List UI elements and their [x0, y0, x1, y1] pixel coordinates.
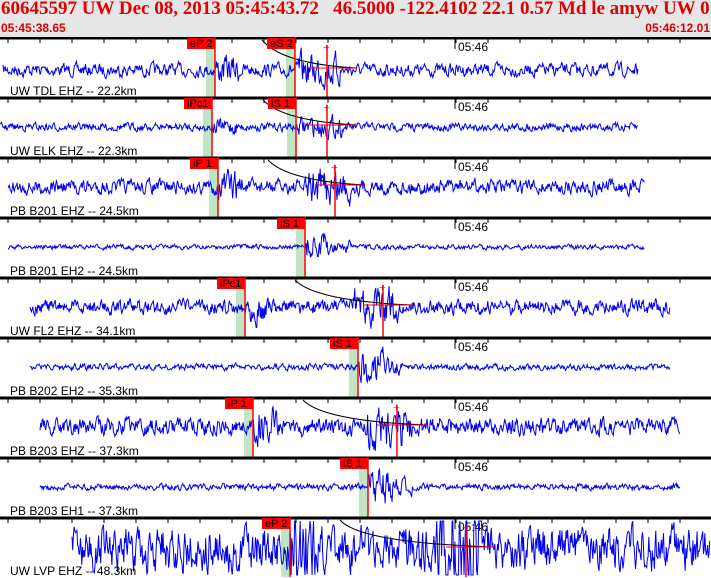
- channel-0[interactable]: 05:46 + eP 2 eS 2 UW TDL EHZ -- 22.2km: [0, 37, 711, 98]
- station-label: PB B201 EH2 -- 24.5km: [10, 264, 138, 278]
- seismogram-panel[interactable]: 05:46 + eP 2 eS 2 UW TDL EHZ -- 22.2km 05:46 +…: [0, 37, 711, 578]
- time-mark-label: 05:46: [458, 100, 488, 114]
- time-mark-label: 05:46: [458, 160, 488, 174]
- station-label: PB B203 EHZ -- 37.3km: [10, 444, 139, 458]
- station-label: PB B201 EHZ -- 24.5km: [10, 204, 139, 218]
- pick-label: eP 2: [265, 518, 287, 530]
- waveform-trace[interactable]: [7, 232, 645, 258]
- end-time: 05:46:12.01: [645, 21, 710, 35]
- pick-label: iS 1: [271, 98, 290, 110]
- time-mark-label: 05:46: [458, 400, 488, 414]
- station-label: UW TDL EHZ -- 22.2km: [10, 84, 137, 98]
- coda-plus-icon: +: [323, 40, 330, 54]
- coda-plus-icon: +: [323, 100, 330, 114]
- time-mark-label: 05:46: [458, 40, 488, 54]
- event-title: 60645597 UW Dec 08, 2013 05:45:43.72 46.…: [1, 0, 711, 19]
- event-header: 60645597 UW Dec 08, 2013 05:45:43.72 46.…: [0, 0, 711, 37]
- channel-8[interactable]: 05:46+eP 2UW LVP EHZ -- 48.3km: [0, 516, 711, 578]
- time-mark-label: 05:46: [458, 220, 488, 234]
- pick-label: iS 1: [343, 458, 362, 470]
- channel-7[interactable]: 05:46 iS 1 PB B203 EH1 -- 37.3km: [0, 456, 711, 518]
- waveform-trace[interactable]: [29, 286, 671, 329]
- pick-label: iS 1: [280, 218, 299, 230]
- station-label: PB B202 EH2 -- 35.3km: [10, 384, 138, 398]
- pick-label: iS 1: [333, 338, 352, 350]
- channel-4[interactable]: 05:46 + iPc1 UW FL2 EHZ -- 34.1km: [0, 276, 711, 338]
- channel-3[interactable]: 05:46 iS 1 PB B201 EH2 -- 24.5km: [0, 216, 711, 278]
- pick-label: iPc1: [187, 98, 208, 110]
- pick-label: eS 2: [270, 38, 293, 50]
- time-mark-label: 05:46: [458, 340, 488, 354]
- pick-label: iPc1: [220, 278, 241, 290]
- travel-time-curve: [267, 159, 366, 186]
- channel-2[interactable]: 05:46 + iP 1 PB B201 EHZ -- 24.5km: [0, 156, 711, 218]
- coda-plus-icon: +: [331, 160, 338, 174]
- channel-5[interactable]: 05:46 iS 1 PB B202 EH2 -- 35.3km: [0, 336, 711, 398]
- waveform-trace[interactable]: [0, 113, 639, 141]
- coda-plus-icon: +: [379, 280, 386, 294]
- pick-label: eP 2: [190, 38, 212, 50]
- station-label: UW FL2 EHZ -- 34.1km: [10, 324, 135, 338]
- channel-6[interactable]: 05:46 + iP 1 PB B203 EHZ -- 37.3km: [0, 396, 711, 458]
- start-time: 05:45:38.65: [1, 21, 66, 35]
- pick-label: iP 1: [193, 158, 212, 170]
- waveform-trace[interactable]: [7, 168, 645, 207]
- time-mark-label: 05:46: [458, 280, 488, 294]
- channel-1[interactable]: 05:46 + iPc1 iS 1 UW ELK EHZ -- 22.3km: [0, 96, 711, 158]
- time-mark-label: 05:46: [458, 460, 488, 474]
- pick-label: iP 1: [228, 398, 247, 410]
- station-label: PB B203 EH1 -- 37.3km: [10, 504, 138, 518]
- station-label: UW LVP EHZ -- 48.3km: [10, 564, 136, 578]
- waveform-trace[interactable]: [71, 520, 711, 576]
- coda-plus-icon: +: [462, 520, 469, 534]
- travel-time-curve: [294, 279, 414, 306]
- station-label: UW ELK EHZ -- 22.3km: [10, 144, 137, 158]
- coda-plus-icon: +: [393, 400, 400, 414]
